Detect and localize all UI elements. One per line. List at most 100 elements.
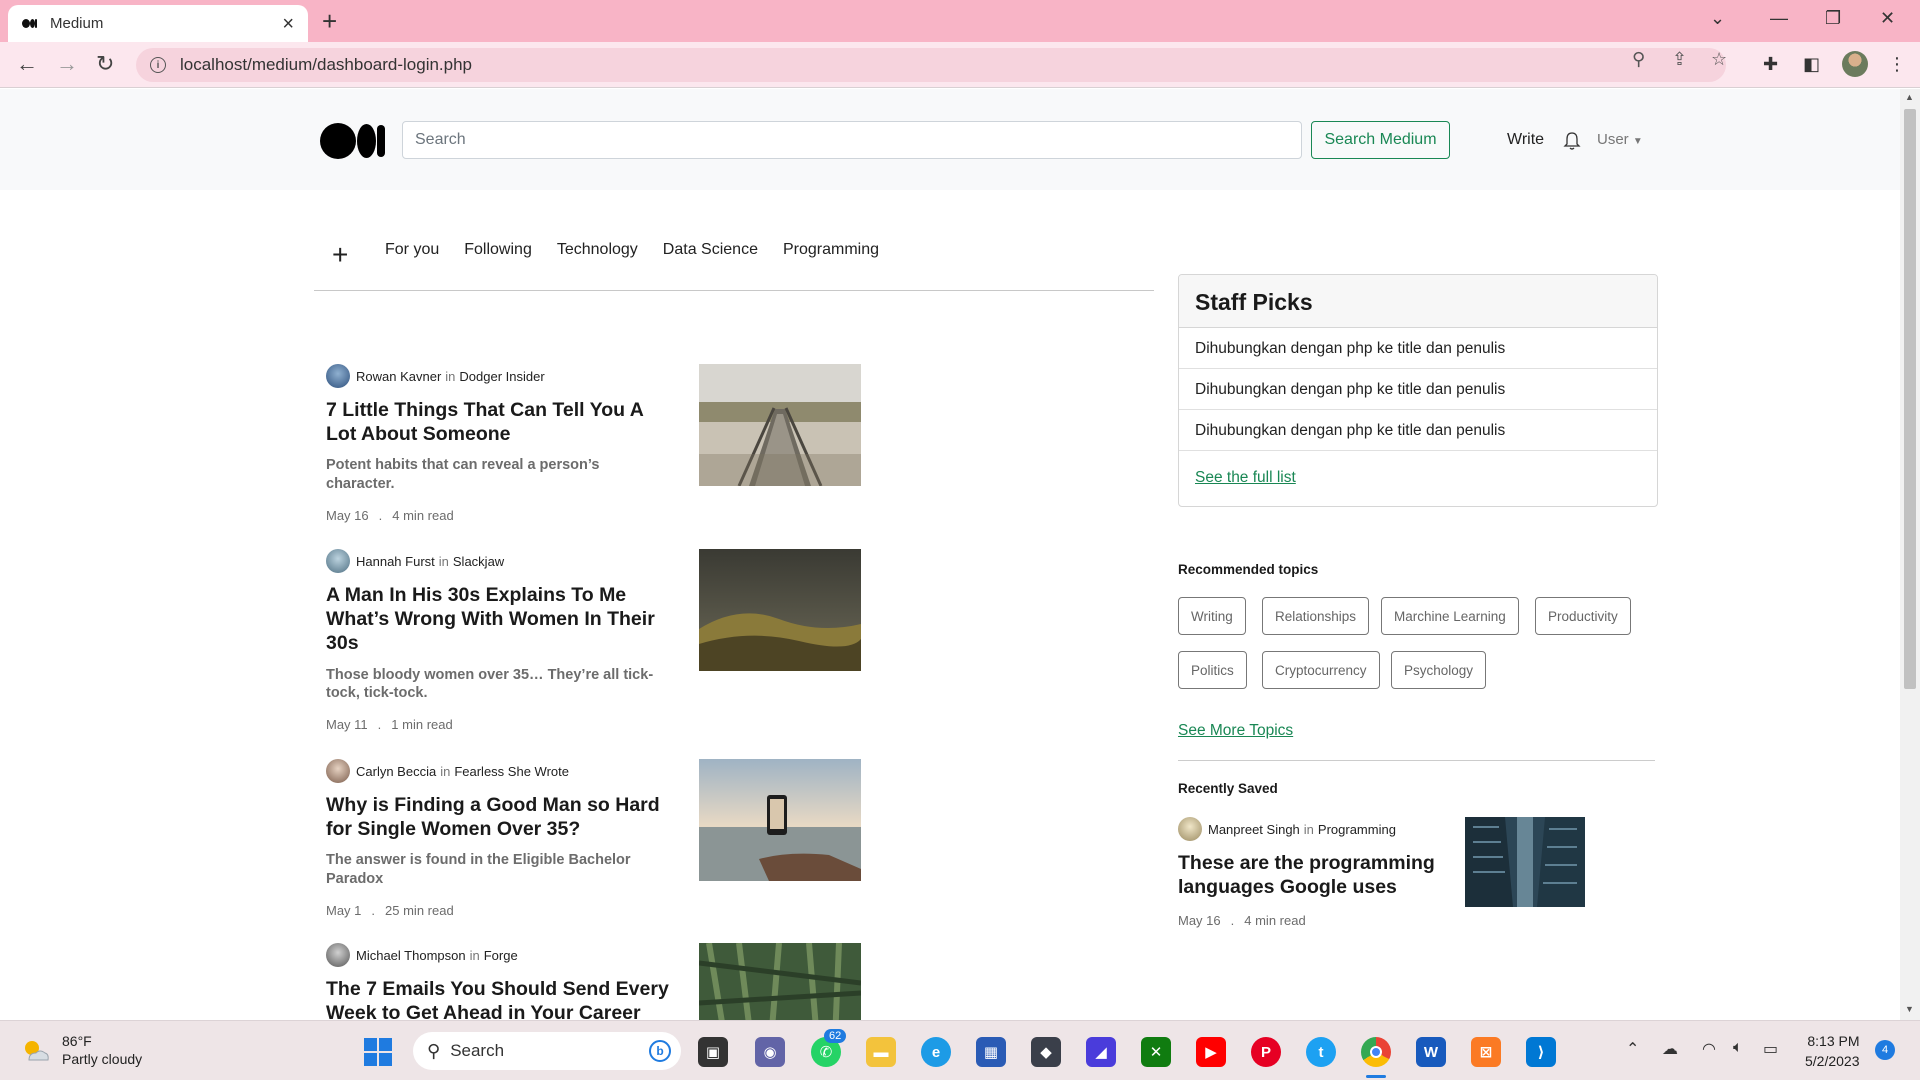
forward-icon[interactable]: → [56,51,78,77]
file-explorer-icon[interactable]: ▬ [866,1037,896,1067]
publication-name[interactable]: Slackjaw [453,554,504,569]
youtube-icon[interactable]: ▶ [1196,1037,1226,1067]
share-icon[interactable]: ⇪ [1672,49,1687,70]
publication-name[interactable]: Forge [484,948,518,963]
vscode-icon[interactable]: ⟩ [1526,1037,1556,1067]
xampp-icon[interactable]: ⊠ [1471,1037,1501,1067]
avatar [326,549,350,573]
topic-chip-writing[interactable]: Writing [1178,597,1246,635]
add-topic-icon[interactable]: + [332,241,348,269]
zoom-icon[interactable]: ⚲ [1632,49,1645,70]
medium-logo[interactable] [320,121,386,159]
publication-name[interactable]: Programming [1318,822,1396,837]
topic-chip-psychology[interactable]: Psychology [1391,651,1487,689]
twitter-icon[interactable]: t [1306,1037,1336,1067]
article-thumbnail[interactable] [699,759,861,881]
article-thumbnail[interactable] [699,943,861,1020]
scrollbar-thumb[interactable] [1904,109,1916,689]
weather-widget[interactable]: 86°F Partly cloudy [20,1033,142,1068]
staff-pick-item[interactable]: Dihubungkan dengan php ke title dan penu… [1179,369,1657,410]
nav-item-data-science[interactable]: Data Science [663,241,758,259]
article-card[interactable]: Michael Thompson in Forge The 7 Emails Y… [326,943,866,1020]
see-more-topics-link[interactable]: See More Topics [1178,722,1293,740]
page-scrollbar[interactable]: ▲ ▼ [1900,89,1920,1020]
topic-chip-relationships[interactable]: Relationships [1262,597,1370,635]
topic-chip-productivity[interactable]: Productivity [1535,597,1631,635]
see-full-list-link[interactable]: See the full list [1195,469,1296,486]
article-card[interactable]: Hannah Furst in Slackjaw A Man In His 30… [326,549,866,732]
bookmark-star-icon[interactable]: ☆ [1711,49,1727,70]
author-name[interactable]: Hannah Furst [356,554,435,569]
notification-count-badge[interactable]: 4 [1875,1040,1895,1060]
task-view-icon[interactable]: ▣ [698,1037,728,1067]
article-thumbnail[interactable] [699,549,861,671]
article-title[interactable]: Why is Finding a Good Man so Hard for Si… [326,793,671,841]
tab-search-chevron-icon[interactable]: ⌄ [1710,8,1725,29]
publication-name[interactable]: Fearless She Wrote [454,764,569,779]
close-window-icon[interactable]: ✕ [1880,8,1895,29]
windows-taskbar: 86°F Partly cloudy ⚲ Search b ▣ ◉ ✆ 62 ▬… [0,1020,1920,1080]
scroll-up-icon[interactable]: ▲ [1905,92,1914,102]
teams-icon[interactable]: ◉ [755,1037,785,1067]
topic-chip-machine-learning[interactable]: Marchine Learning [1381,597,1519,635]
read-time: 1 min read [391,717,453,733]
article-title[interactable]: These are the programming languages Goog… [1178,851,1448,899]
onedrive-cloud-icon[interactable]: ☁ [1662,1039,1678,1059]
edge-icon[interactable]: e [921,1037,951,1067]
browser-menu-icon[interactable]: ⋮ [1888,54,1906,75]
staff-pick-item[interactable]: Dihubungkan dengan php ke title dan penu… [1179,410,1657,451]
user-dropdown[interactable]: User ▼ [1597,131,1643,148]
side-panel-icon[interactable]: ◧ [1803,54,1820,75]
taskbar-search[interactable]: ⚲ Search b [413,1032,681,1070]
nav-item-for-you[interactable]: For you [385,241,439,259]
author-name[interactable]: Manpreet Singh [1208,822,1300,837]
bell-icon[interactable] [1563,131,1581,151]
nav-item-following[interactable]: Following [464,241,532,259]
article-card[interactable]: Carlyn Beccia in Fearless She Wrote Why … [326,759,866,918]
back-icon[interactable]: ← [16,51,38,77]
write-link[interactable]: Write [1507,131,1544,149]
tab-close-icon[interactable]: × [282,14,294,34]
show-hidden-icons-chevron-icon[interactable]: ⌃ [1626,1039,1639,1059]
unity-icon[interactable]: ◆ [1031,1037,1061,1067]
microsoft-store-icon[interactable]: ▦ [976,1037,1006,1067]
author-name[interactable]: Michael Thompson [356,948,466,963]
browser-tab[interactable]: Medium × [8,5,308,42]
scroll-down-icon[interactable]: ▼ [1905,1004,1914,1014]
address-bar[interactable]: i localhost/medium/dashboard-login.php [136,48,1726,82]
pinterest-icon[interactable]: P [1251,1037,1281,1067]
article-thumbnail[interactable] [699,364,861,486]
restore-icon[interactable]: ❐ [1825,8,1841,29]
nav-item-programming[interactable]: Programming [783,241,879,259]
chrome-icon[interactable] [1361,1037,1391,1067]
volume-icon[interactable]: 🔈︎ [1733,1039,1743,1057]
staff-pick-item[interactable]: Dihubungkan dengan php ke title dan penu… [1179,328,1657,369]
topic-chip-cryptocurrency[interactable]: Cryptocurrency [1262,651,1380,689]
visual-studio-icon[interactable]: ◢ [1086,1037,1116,1067]
article-thumbnail[interactable] [1465,817,1585,907]
reload-icon[interactable]: ↻ [96,51,114,77]
search-input[interactable] [402,121,1302,159]
search-medium-button[interactable]: Search Medium [1311,121,1450,159]
profile-avatar[interactable] [1842,51,1868,77]
article-title[interactable]: The 7 Emails You Should Send Every Week … [326,977,671,1020]
nav-item-technology[interactable]: Technology [557,241,638,259]
saved-article-card[interactable]: Manpreet Singh in Programming These are … [1178,817,1598,928]
article-card[interactable]: Rowan Kavner in Dodger Insider 7 Little … [326,364,866,523]
publication-name[interactable]: Dodger Insider [459,369,544,384]
extensions-puzzle-icon[interactable]: ✚ [1763,54,1778,75]
xbox-icon[interactable]: ✕ [1141,1037,1171,1067]
author-name[interactable]: Carlyn Beccia [356,764,436,779]
minimize-icon[interactable]: — [1770,8,1788,29]
article-title[interactable]: 7 Little Things That Can Tell You A Lot … [326,398,671,446]
wifi-icon[interactable]: ◠ [1702,1039,1716,1059]
article-title[interactable]: A Man In His 30s Explains To Me What’s W… [326,583,671,656]
windows-start-icon[interactable] [364,1038,392,1066]
battery-icon[interactable]: ▭ [1763,1039,1778,1059]
site-info-icon[interactable]: i [150,57,166,73]
new-tab-icon[interactable]: + [322,8,337,34]
author-name[interactable]: Rowan Kavner [356,369,441,384]
word-icon[interactable]: W [1416,1037,1446,1067]
topic-chip-politics[interactable]: Politics [1178,651,1247,689]
system-clock[interactable]: 8:13 PM 5/2/2023 [1805,1031,1860,1072]
